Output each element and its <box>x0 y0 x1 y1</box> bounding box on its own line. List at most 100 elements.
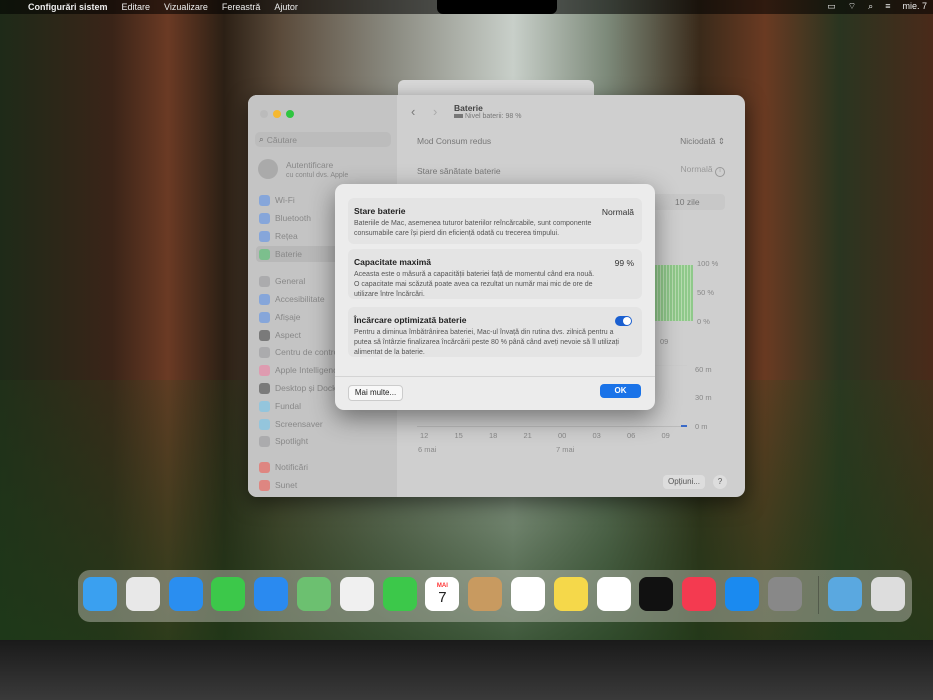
close-button[interactable] <box>260 110 268 118</box>
calendar-day: 7 <box>438 588 447 606</box>
card-title: Încărcare optimizată baterie <box>354 315 467 325</box>
search-field[interactable]: ⌕ Căutare <box>255 132 391 147</box>
search-icon[interactable]: ⌕ <box>868 1 873 12</box>
menu-view[interactable]: Vizualizare <box>164 2 208 12</box>
card-value: 99 % <box>614 258 634 268</box>
afi-aje-icon <box>259 311 270 323</box>
help-button[interactable]: ? <box>713 475 727 489</box>
menu-window[interactable]: Fereastră <box>222 2 261 12</box>
dock-calendar-icon[interactable]: MAI 7 <box>425 577 460 611</box>
sidebar-item-label: Fundal <box>275 401 301 411</box>
battery-level-bars <box>655 265 693 321</box>
health-value: Normală <box>680 164 713 174</box>
forward-icon[interactable]: › <box>433 104 437 119</box>
wifi-icon[interactable]: ⌔ <box>848 1 856 12</box>
dock-contacts-icon[interactable] <box>468 577 503 611</box>
dock-photos-icon[interactable] <box>339 577 374 611</box>
more-button[interactable]: Mai multe... <box>348 385 403 401</box>
optimized-charging-card: Încărcare optimizată baterie Pentru a di… <box>348 307 642 357</box>
options-button[interactable]: Opțiuni... <box>663 475 705 489</box>
sidebar-item-screensaver[interactable]: Screensaver <box>256 416 392 432</box>
sidebar-item-label: Spotlight <box>275 436 309 446</box>
camera-notch <box>437 0 557 14</box>
menu-edit[interactable]: Editare <box>122 2 151 12</box>
x-tick: 03 <box>592 431 601 440</box>
sidebar-item-spotlight[interactable]: Spotlight <box>256 433 392 449</box>
clock[interactable]: mie. 7 <box>902 1 927 12</box>
ok-button[interactable]: OK <box>600 384 641 398</box>
low-power-label: Mod Consum redus <box>417 136 492 146</box>
pane-subtitle: Nivel baterii: 98 % <box>454 113 521 120</box>
divider <box>335 376 655 377</box>
dock-freeform-icon[interactable] <box>596 577 631 611</box>
sidebar-item-label: Aspect <box>275 330 301 340</box>
battery-level-text: Nivel baterii: 98 % <box>465 113 522 120</box>
sidebar-item-label: Baterie <box>275 249 302 259</box>
sidebar-item-sunet[interactable]: Sunet <box>256 477 392 493</box>
sidebar-item-label: Desktop și Dock <box>275 383 337 393</box>
x-tick: 00 <box>558 431 567 440</box>
laptop-bezel <box>0 640 933 700</box>
sidebar-item-label: Afișaje <box>275 312 301 322</box>
usage-bar <box>681 425 687 427</box>
re-ea-icon <box>259 230 270 242</box>
dock-reminders-icon[interactable] <box>511 577 545 611</box>
health-label: Stare sănătate baterie <box>417 166 501 176</box>
menu-help[interactable]: Ajutor <box>274 2 298 12</box>
apple-intelligence-icon <box>259 364 270 376</box>
sidebar-item-notific-ri[interactable]: Notificări <box>256 459 392 475</box>
low-power-select[interactable]: Niciodată ⇕ <box>680 136 725 147</box>
dock-messages-icon[interactable] <box>211 577 246 611</box>
dock-launchpad-icon[interactable] <box>125 577 160 611</box>
dock-trash-icon[interactable] <box>871 577 905 611</box>
avatar[interactable] <box>258 159 278 179</box>
zoom-button[interactable] <box>286 110 294 118</box>
x-tick: 06 <box>627 431 636 440</box>
general-icon <box>259 275 270 287</box>
control-center-icon[interactable]: ≡ <box>885 1 890 12</box>
sidebar-item-label: Bluetooth <box>275 213 311 223</box>
dock-music-icon[interactable] <box>682 577 717 611</box>
spotlight-icon <box>259 435 270 447</box>
menu-app[interactable]: Configurări sistem <box>28 2 108 12</box>
sidebar-item-label: Notificări <box>275 462 309 472</box>
max-capacity-card: Capacitate maximă 99 % Aceasta este o mă… <box>348 249 642 299</box>
dock-finder-icon[interactable] <box>83 577 117 611</box>
bluetooth-icon <box>259 212 270 224</box>
sidebar-item-label: Rețea <box>275 231 298 241</box>
battery-icon[interactable]: ▭ <box>827 1 836 12</box>
optimized-charging-toggle[interactable] <box>615 316 632 326</box>
level-tick-0: 0 % <box>697 317 710 326</box>
back-icon[interactable]: ‹ <box>411 104 415 119</box>
dock: MAI 7 <box>78 570 912 622</box>
account-title[interactable]: Autentificare <box>286 160 333 170</box>
dock-app-store-icon[interactable] <box>725 577 759 611</box>
search-placeholder: Căutare <box>266 134 298 145</box>
x-tick: 21 <box>523 431 532 440</box>
sidebar-item-label: Accesibilitate <box>275 294 325 304</box>
account-subtitle: cu contul dvs. Apple <box>286 172 349 179</box>
card-description: Aceasta este o măsură a capacității bate… <box>354 271 595 298</box>
sunet-icon <box>259 479 270 491</box>
fundal-icon <box>259 400 270 412</box>
usage-tick-30: 30 m <box>695 393 712 402</box>
baterie-icon <box>259 248 270 260</box>
battery-health-dialog: Stare baterie Normală Bateriile de Mac, … <box>335 184 655 410</box>
card-description: Pentru a diminua îmbătrânirea bateriei, … <box>354 329 619 356</box>
chevron-updown-icon: ⇕ <box>717 136 725 146</box>
dock-tv-icon[interactable] <box>639 577 674 611</box>
level-x-tick: 09 <box>660 337 669 346</box>
dock-mail-icon[interactable] <box>254 577 289 611</box>
date-label-7: 7 mai <box>556 445 575 454</box>
dock-facetime-icon[interactable] <box>382 577 417 611</box>
card-description: Bateriile de Mac, asemenea tuturor bater… <box>354 220 592 237</box>
health-row-value: Normală i <box>680 164 725 177</box>
info-icon[interactable]: i <box>715 167 725 177</box>
dock-maps-icon[interactable] <box>297 577 331 611</box>
battery-condition-card: Stare baterie Normală Bateriile de Mac, … <box>348 198 642 244</box>
dock-notes-icon[interactable] <box>553 577 588 611</box>
minimize-button[interactable] <box>273 110 281 118</box>
dock-downloads-icon[interactable] <box>828 577 862 611</box>
dock-safari-icon[interactable] <box>168 577 203 611</box>
dock-system-settings-icon[interactable] <box>767 577 802 611</box>
